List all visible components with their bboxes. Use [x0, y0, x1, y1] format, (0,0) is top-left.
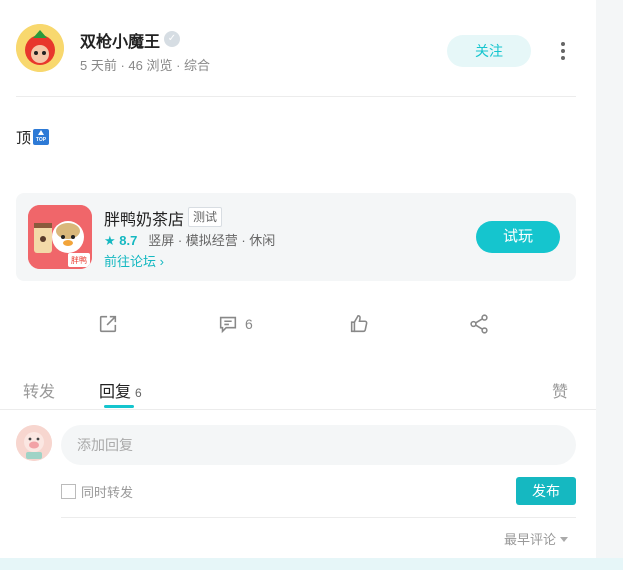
forum-link-label: 前往论坛: [104, 254, 157, 269]
svg-text:胖鸭: 胖鸭: [71, 255, 87, 265]
repost-checkbox-label: 同时转发: [81, 485, 134, 500]
page-background-bottom: [0, 558, 623, 570]
active-tab-indicator: [104, 405, 134, 408]
tab-reply-label: 回复: [99, 384, 132, 401]
game-score: 8.7: [119, 233, 138, 248]
play-button[interactable]: 试玩: [476, 221, 560, 253]
share-action[interactable]: [468, 312, 490, 336]
test-tag: 测试: [188, 207, 223, 227]
verified-badge-icon: ✓: [164, 31, 180, 47]
forum-link[interactable]: 前往论坛 ›: [104, 251, 164, 270]
comment-action[interactable]: 6: [217, 312, 253, 336]
game-name[interactable]: 胖鸭奶茶店: [104, 206, 184, 230]
author-name[interactable]: 双枪小魔王: [80, 28, 160, 52]
post-card: 双枪小魔王 ✓ 5 天前 · 46 浏览 · 综合 关注 顶 TOP 胖鸭 胖鸭奶…: [0, 0, 596, 558]
game-meta: ★ 8.7 竖屏 · 模拟经营 · 休闲: [104, 230, 275, 249]
comment-icon: [219, 316, 237, 334]
reply-input[interactable]: [61, 425, 576, 465]
author-avatar[interactable]: [16, 24, 64, 72]
share-out-icon: [99, 315, 117, 333]
star-icon: ★: [104, 233, 116, 248]
top-icon: TOP: [33, 129, 50, 145]
header-divider: [16, 96, 576, 97]
tab-reply[interactable]: 回复 6: [99, 378, 142, 402]
game-icon[interactable]: 胖鸭: [28, 205, 92, 269]
page-background-right: [596, 0, 623, 558]
post-meta: 5 天前 · 46 浏览 · 综合: [80, 58, 211, 73]
sort-label: 最早评论: [504, 532, 557, 547]
forward-action[interactable]: [97, 312, 119, 336]
share-icon: [470, 314, 488, 334]
reply-divider: [61, 517, 576, 518]
post-content: 顶 TOP: [16, 127, 50, 148]
game-card[interactable]: 胖鸭 胖鸭奶茶店 测试 ★ 8.7 竖屏 · 模拟经营 · 休闲 前往论坛 › …: [16, 193, 576, 281]
sort-dropdown[interactable]: 最早评论: [504, 529, 569, 548]
thumbs-up-icon: [350, 314, 368, 333]
chevron-right-icon: ›: [159, 254, 164, 269]
more-options-icon[interactable]: [556, 40, 570, 62]
follow-button[interactable]: 关注: [447, 35, 531, 67]
tab-like[interactable]: 赞: [552, 378, 568, 402]
comment-count: 6: [245, 316, 253, 332]
tab-forward[interactable]: 转发: [23, 378, 55, 402]
tab-reply-count: 6: [135, 386, 142, 400]
publish-button[interactable]: 发布: [516, 477, 576, 505]
like-action[interactable]: [348, 312, 370, 336]
caret-down-icon: [560, 537, 569, 542]
post-text: 顶: [16, 130, 32, 147]
repost-checkbox[interactable]: [61, 484, 76, 499]
current-user-avatar: [16, 425, 52, 461]
game-tags: 竖屏 · 模拟经营 · 休闲: [148, 233, 276, 248]
tabs-divider: [0, 409, 596, 410]
